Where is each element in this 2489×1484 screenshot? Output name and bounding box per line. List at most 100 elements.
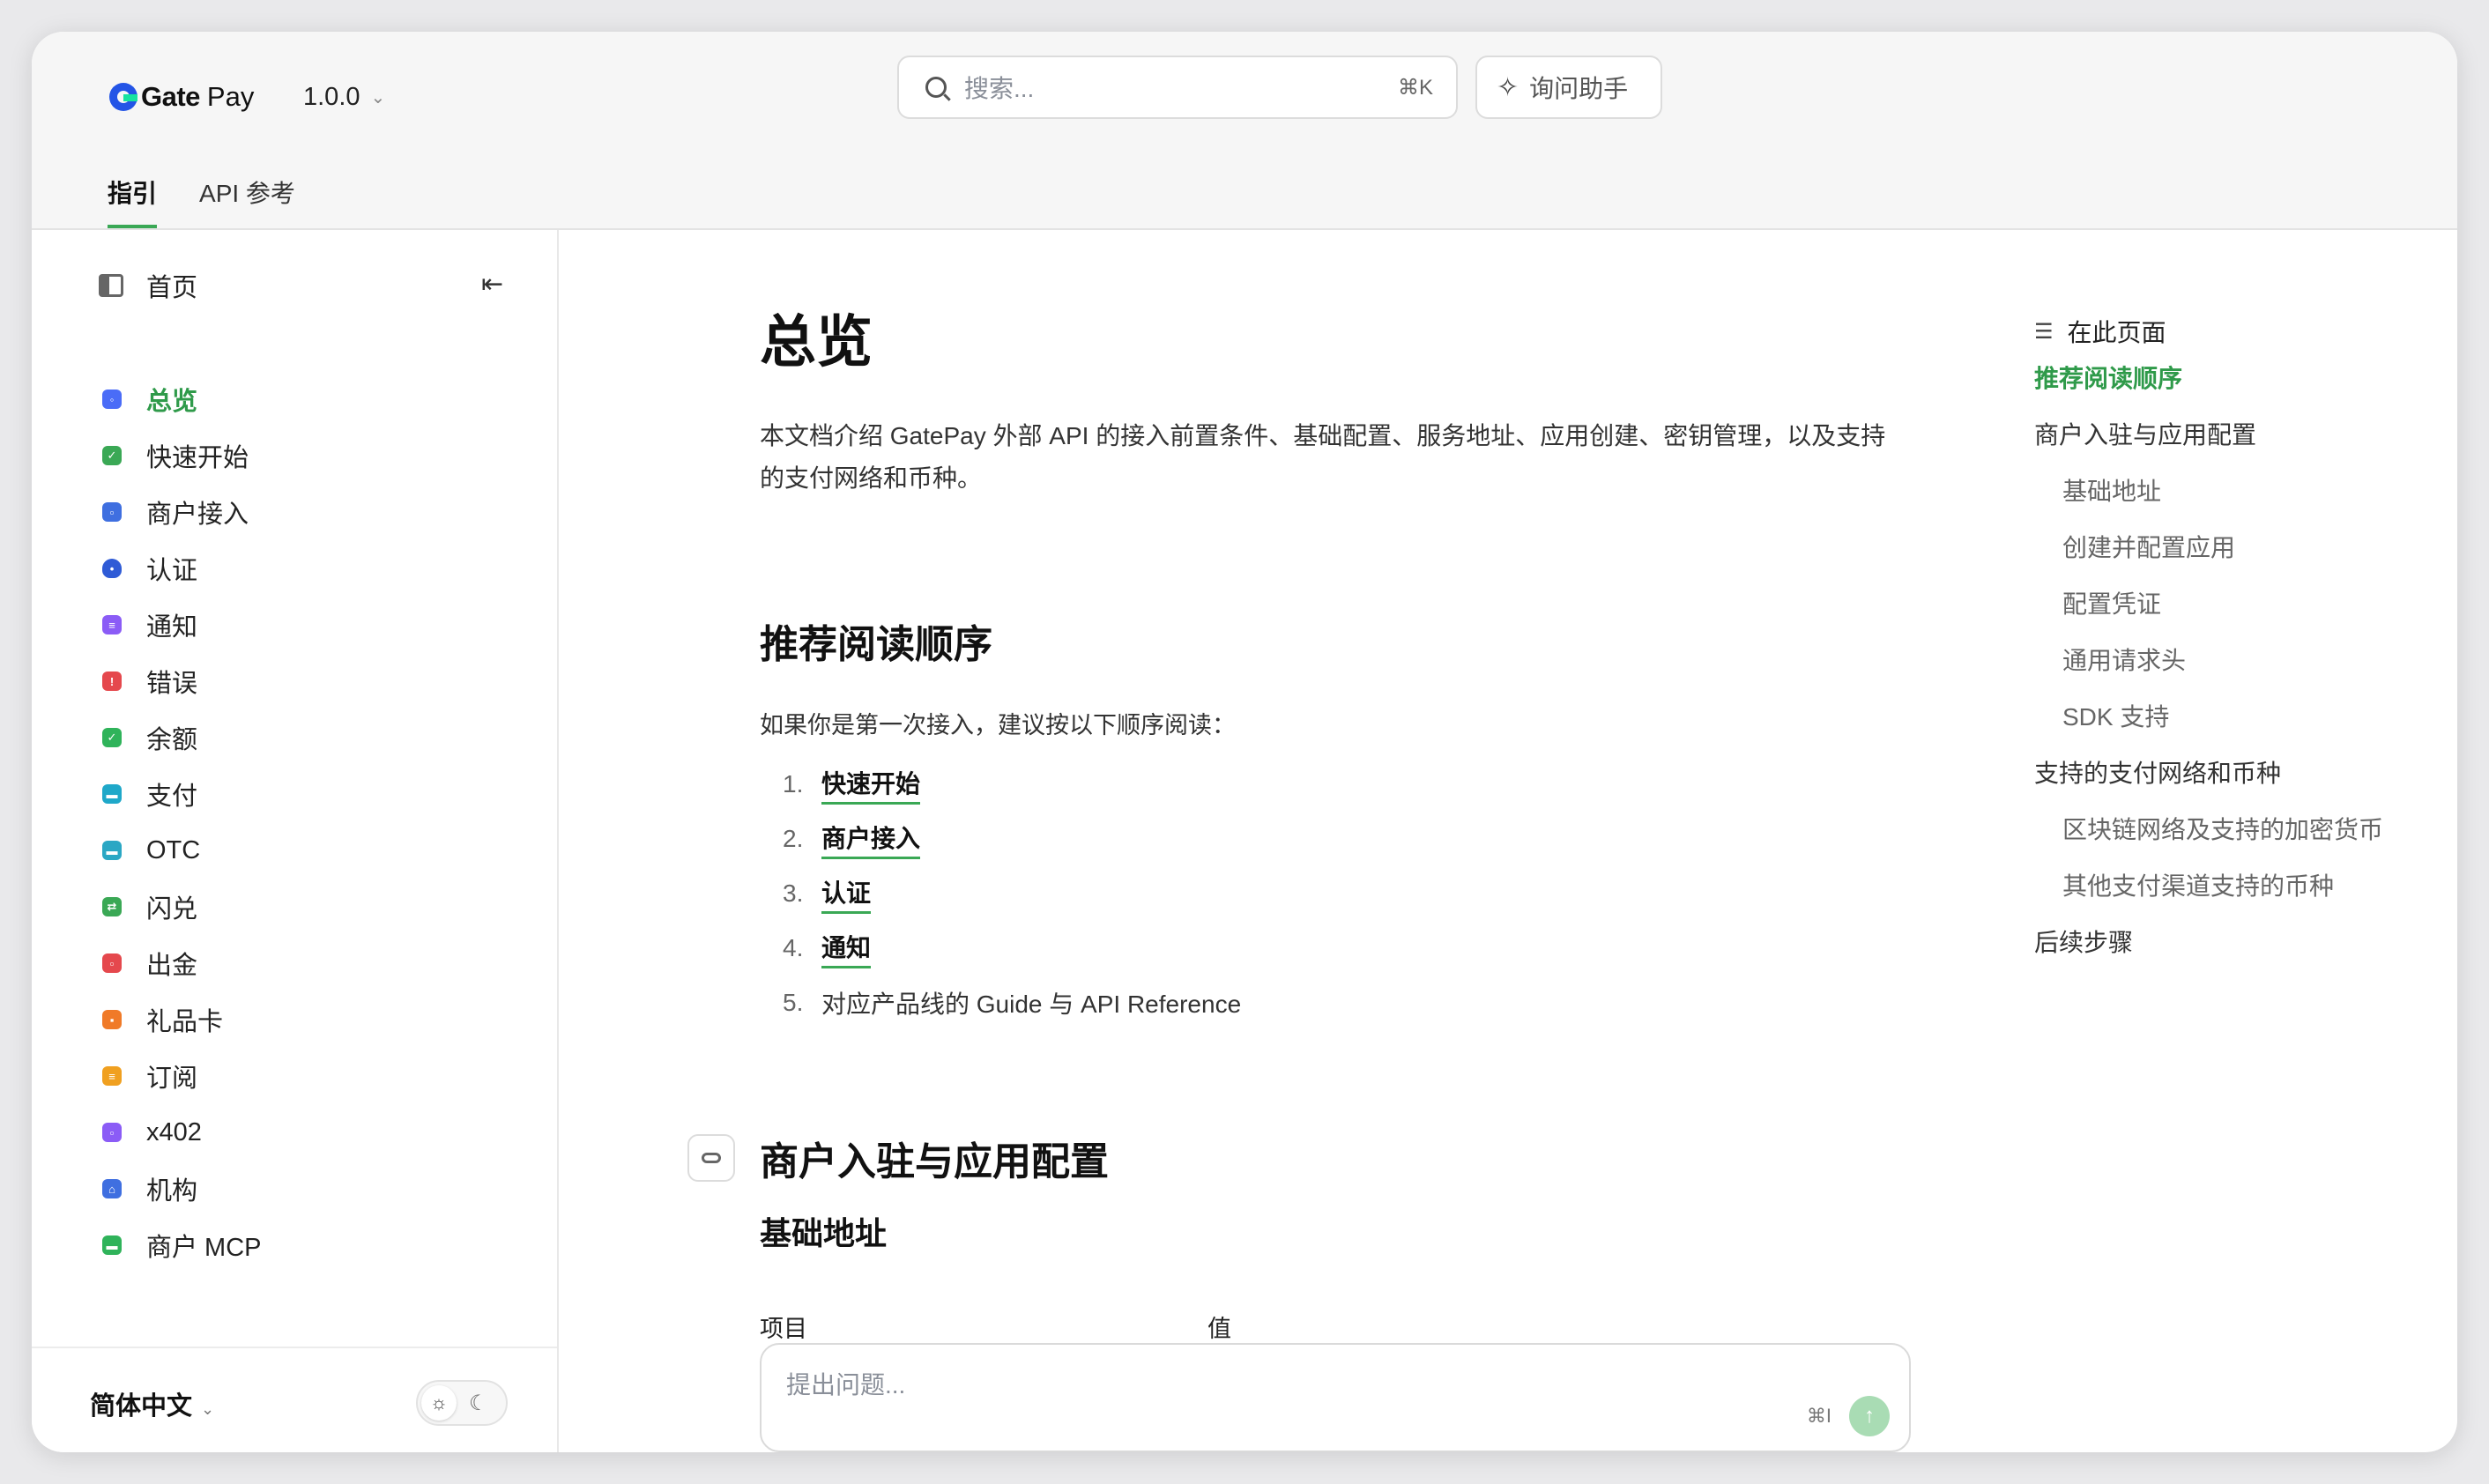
sidebar-item-label: 余额 bbox=[146, 726, 198, 754]
collapse-sidebar-icon[interactable]: ⇤ bbox=[481, 269, 503, 300]
sidebar-item-overview[interactable]: ◦ 总览 bbox=[102, 371, 262, 427]
ask-assistant-label: 询问助手 bbox=[1529, 75, 1629, 102]
link-notification[interactable]: 通知 bbox=[821, 929, 872, 968]
search-shortcut: ⌘K bbox=[1397, 75, 1433, 100]
toc-item-base-url[interactable]: 基础地址 bbox=[2034, 462, 2383, 518]
toc-heading: ☰ 在此页面 bbox=[2034, 314, 2383, 349]
sidebar-item-withdraw[interactable]: ▫ 出金 bbox=[102, 935, 262, 991]
sidebar-item-label: 快速开始 bbox=[146, 444, 249, 472]
section-heading-reading-order: 推荐阅读顺序 bbox=[760, 623, 992, 666]
ask-assistant-button[interactable]: ✧ 询问助手 bbox=[1475, 56, 1662, 119]
list-number: 4. bbox=[783, 934, 804, 961]
list-item: 1. 快速开始 bbox=[783, 757, 1241, 812]
page-intro: 本文档介绍 GatePay 外部 API 的接入前置条件、基础配置、服务地址、应… bbox=[760, 422, 1886, 492]
moon-icon[interactable]: ☾ bbox=[469, 1391, 488, 1416]
logo-name: Gate bbox=[141, 81, 200, 112]
sidebar-item-notification[interactable]: ≡ 通知 bbox=[102, 597, 262, 653]
sidebar-item-swap[interactable]: ⇄ 闪兑 bbox=[102, 879, 262, 935]
notification-icon: ≡ bbox=[102, 615, 122, 634]
main-content: 总览 本文档介绍 GatePay 外部 API 的接入前置条件、基础配置、服务地… bbox=[559, 230, 2013, 1452]
list-number: 2. bbox=[783, 825, 804, 852]
sidebar-item-payment[interactable]: ▬ 支付 bbox=[102, 766, 262, 822]
app-window: Gate Pay 1.0.0 ⌄ 搜索... ⌘K ✧ 询问助手 指引 API … bbox=[32, 32, 2457, 1452]
language-selector[interactable]: 简体中文 ⌄ bbox=[90, 1385, 214, 1422]
link-icon bbox=[702, 1153, 721, 1163]
sidebar-item-x402[interactable]: ▫ x402 bbox=[102, 1104, 262, 1161]
sidebar-item-home[interactable]: 首页 bbox=[99, 267, 197, 304]
toc-item-merchant-config[interactable]: 商户入驻与应用配置 bbox=[2034, 405, 2383, 462]
list-number: 1. bbox=[783, 770, 804, 798]
sparkle-icon: ✧ bbox=[1497, 72, 1519, 102]
toc-item-create-app[interactable]: 创建并配置应用 bbox=[2034, 518, 2383, 575]
otc-icon: ▬ bbox=[102, 841, 122, 860]
subsection-heading-base-url: 基础地址 bbox=[760, 1215, 888, 1251]
sidebar-item-errors[interactable]: ! 错误 bbox=[102, 653, 262, 709]
sidebar-item-otc[interactable]: ▬ OTC bbox=[102, 822, 262, 879]
ask-question-placeholder: 提出问题... bbox=[786, 1371, 906, 1399]
sidebar-item-giftcard[interactable]: ▪ 礼品卡 bbox=[102, 991, 262, 1048]
link-quickstart[interactable]: 快速开始 bbox=[821, 765, 921, 805]
sidebar-item-label: OTC bbox=[146, 835, 201, 864]
x402-icon: ▫ bbox=[102, 1123, 122, 1142]
tab-api-reference[interactable]: API 参考 bbox=[199, 171, 295, 228]
list-item-text: 对应产品线的 Guide 与 API Reference bbox=[821, 991, 1242, 1018]
toc-item-request-headers[interactable]: 通用请求头 bbox=[2034, 631, 2383, 687]
chevron-down-icon: ⌄ bbox=[370, 87, 386, 108]
gatepay-logo[interactable]: Gate Pay bbox=[109, 72, 254, 122]
sidebar-item-label: 闪兑 bbox=[146, 895, 198, 924]
table-of-contents: ☰ 在此页面 推荐阅读顺序 商户入驻与应用配置 基础地址 创建并配置应用 配置凭… bbox=[2034, 314, 2383, 969]
logo-pay: Pay bbox=[206, 81, 255, 112]
toc-item-sdk[interactable]: SDK 支持 bbox=[2034, 687, 2383, 744]
link-auth[interactable]: 认证 bbox=[821, 874, 872, 914]
mcp-icon: ▬ bbox=[102, 1235, 122, 1255]
overview-icon: ◦ bbox=[102, 390, 122, 409]
toc-item-reading-order[interactable]: 推荐阅读顺序 bbox=[2034, 349, 2383, 405]
warning-icon: ! bbox=[102, 672, 122, 691]
tab-guide[interactable]: 指引 bbox=[108, 171, 158, 228]
gatepay-logo-icon bbox=[109, 83, 137, 111]
theme-toggle[interactable]: ☼ ☾ bbox=[416, 1380, 508, 1426]
book-icon bbox=[99, 274, 123, 297]
sidebar-item-label: 通知 bbox=[146, 613, 198, 642]
sidebar-nav: ◦ 总览 ✓ 快速开始 ▫ 商户接入 • 认证 ≡ 通知 ! 错误 ✓ 余额 ▬… bbox=[102, 371, 262, 1273]
list-icon: ☰ bbox=[2034, 319, 2054, 344]
toc-heading-label: 在此页面 bbox=[2067, 319, 2166, 346]
list-number: 3. bbox=[783, 879, 804, 907]
version-selector[interactable]: 1.0.0 ⌄ bbox=[303, 72, 385, 122]
withdraw-icon: ▫ bbox=[102, 953, 122, 973]
sidebar-item-label: x402 bbox=[146, 1117, 202, 1146]
send-button[interactable]: ↑ bbox=[1849, 1396, 1890, 1436]
toc-item-networks[interactable]: 支持的支付网络和币种 bbox=[2034, 744, 2383, 800]
sidebar-item-institution[interactable]: ⌂ 机构 bbox=[102, 1161, 262, 1217]
toc-item-credentials[interactable]: 配置凭证 bbox=[2034, 575, 2383, 631]
sidebar-item-quickstart[interactable]: ✓ 快速开始 bbox=[102, 427, 262, 484]
language-label: 简体中文 bbox=[90, 1392, 193, 1421]
sidebar-item-subscription[interactable]: ≡ 订阅 bbox=[102, 1048, 262, 1104]
subscription-icon: ≡ bbox=[102, 1066, 122, 1086]
toc-item-other-channels[interactable]: 其他支付渠道支持的币种 bbox=[2034, 857, 2383, 913]
ask-question-input[interactable]: 提出问题... ⌘I ↑ bbox=[760, 1343, 1911, 1452]
sidebar-item-balance[interactable]: ✓ 余额 bbox=[102, 709, 262, 766]
top-header: Gate Pay 1.0.0 ⌄ 搜索... ⌘K ✧ 询问助手 指引 API … bbox=[32, 32, 2457, 230]
sidebar-footer: 简体中文 ⌄ ☼ ☾ bbox=[32, 1347, 557, 1452]
search-input[interactable]: 搜索... ⌘K bbox=[897, 56, 1458, 119]
copy-link-button[interactable] bbox=[687, 1134, 735, 1182]
sidebar-item-merchant[interactable]: ▫ 商户接入 bbox=[102, 484, 262, 540]
toc-item-blockchain[interactable]: 区块链网络及支持的加密货币 bbox=[2034, 800, 2383, 857]
chevron-down-icon: ⌄ bbox=[201, 1400, 215, 1418]
toc-item-next-steps[interactable]: 后续步骤 bbox=[2034, 913, 2383, 969]
link-merchant[interactable]: 商户接入 bbox=[821, 820, 921, 859]
sidebar-item-label: 商户 MCP bbox=[146, 1234, 262, 1262]
sidebar-item-label: 商户接入 bbox=[146, 501, 249, 529]
ask-shortcut: ⌘I bbox=[1806, 1405, 1831, 1427]
sidebar-item-label: 总览 bbox=[146, 388, 198, 416]
sun-icon[interactable]: ☼ bbox=[421, 1385, 457, 1421]
sidebar-item-auth[interactable]: • 认证 bbox=[102, 540, 262, 597]
giftcard-icon: ▪ bbox=[102, 1010, 122, 1029]
sidebar-item-label: 出金 bbox=[146, 952, 198, 980]
list-item: 2. 商户接入 bbox=[783, 812, 1241, 866]
sidebar-item-mcp[interactable]: ▬ 商户 MCP bbox=[102, 1217, 262, 1273]
top-tabs: 指引 API 参考 bbox=[108, 171, 338, 228]
balance-icon: ✓ bbox=[102, 728, 122, 747]
sidebar: 首页 ⇤ ◦ 总览 ✓ 快速开始 ▫ 商户接入 • 认证 ≡ 通知 ! 错误 ✓… bbox=[32, 230, 559, 1452]
